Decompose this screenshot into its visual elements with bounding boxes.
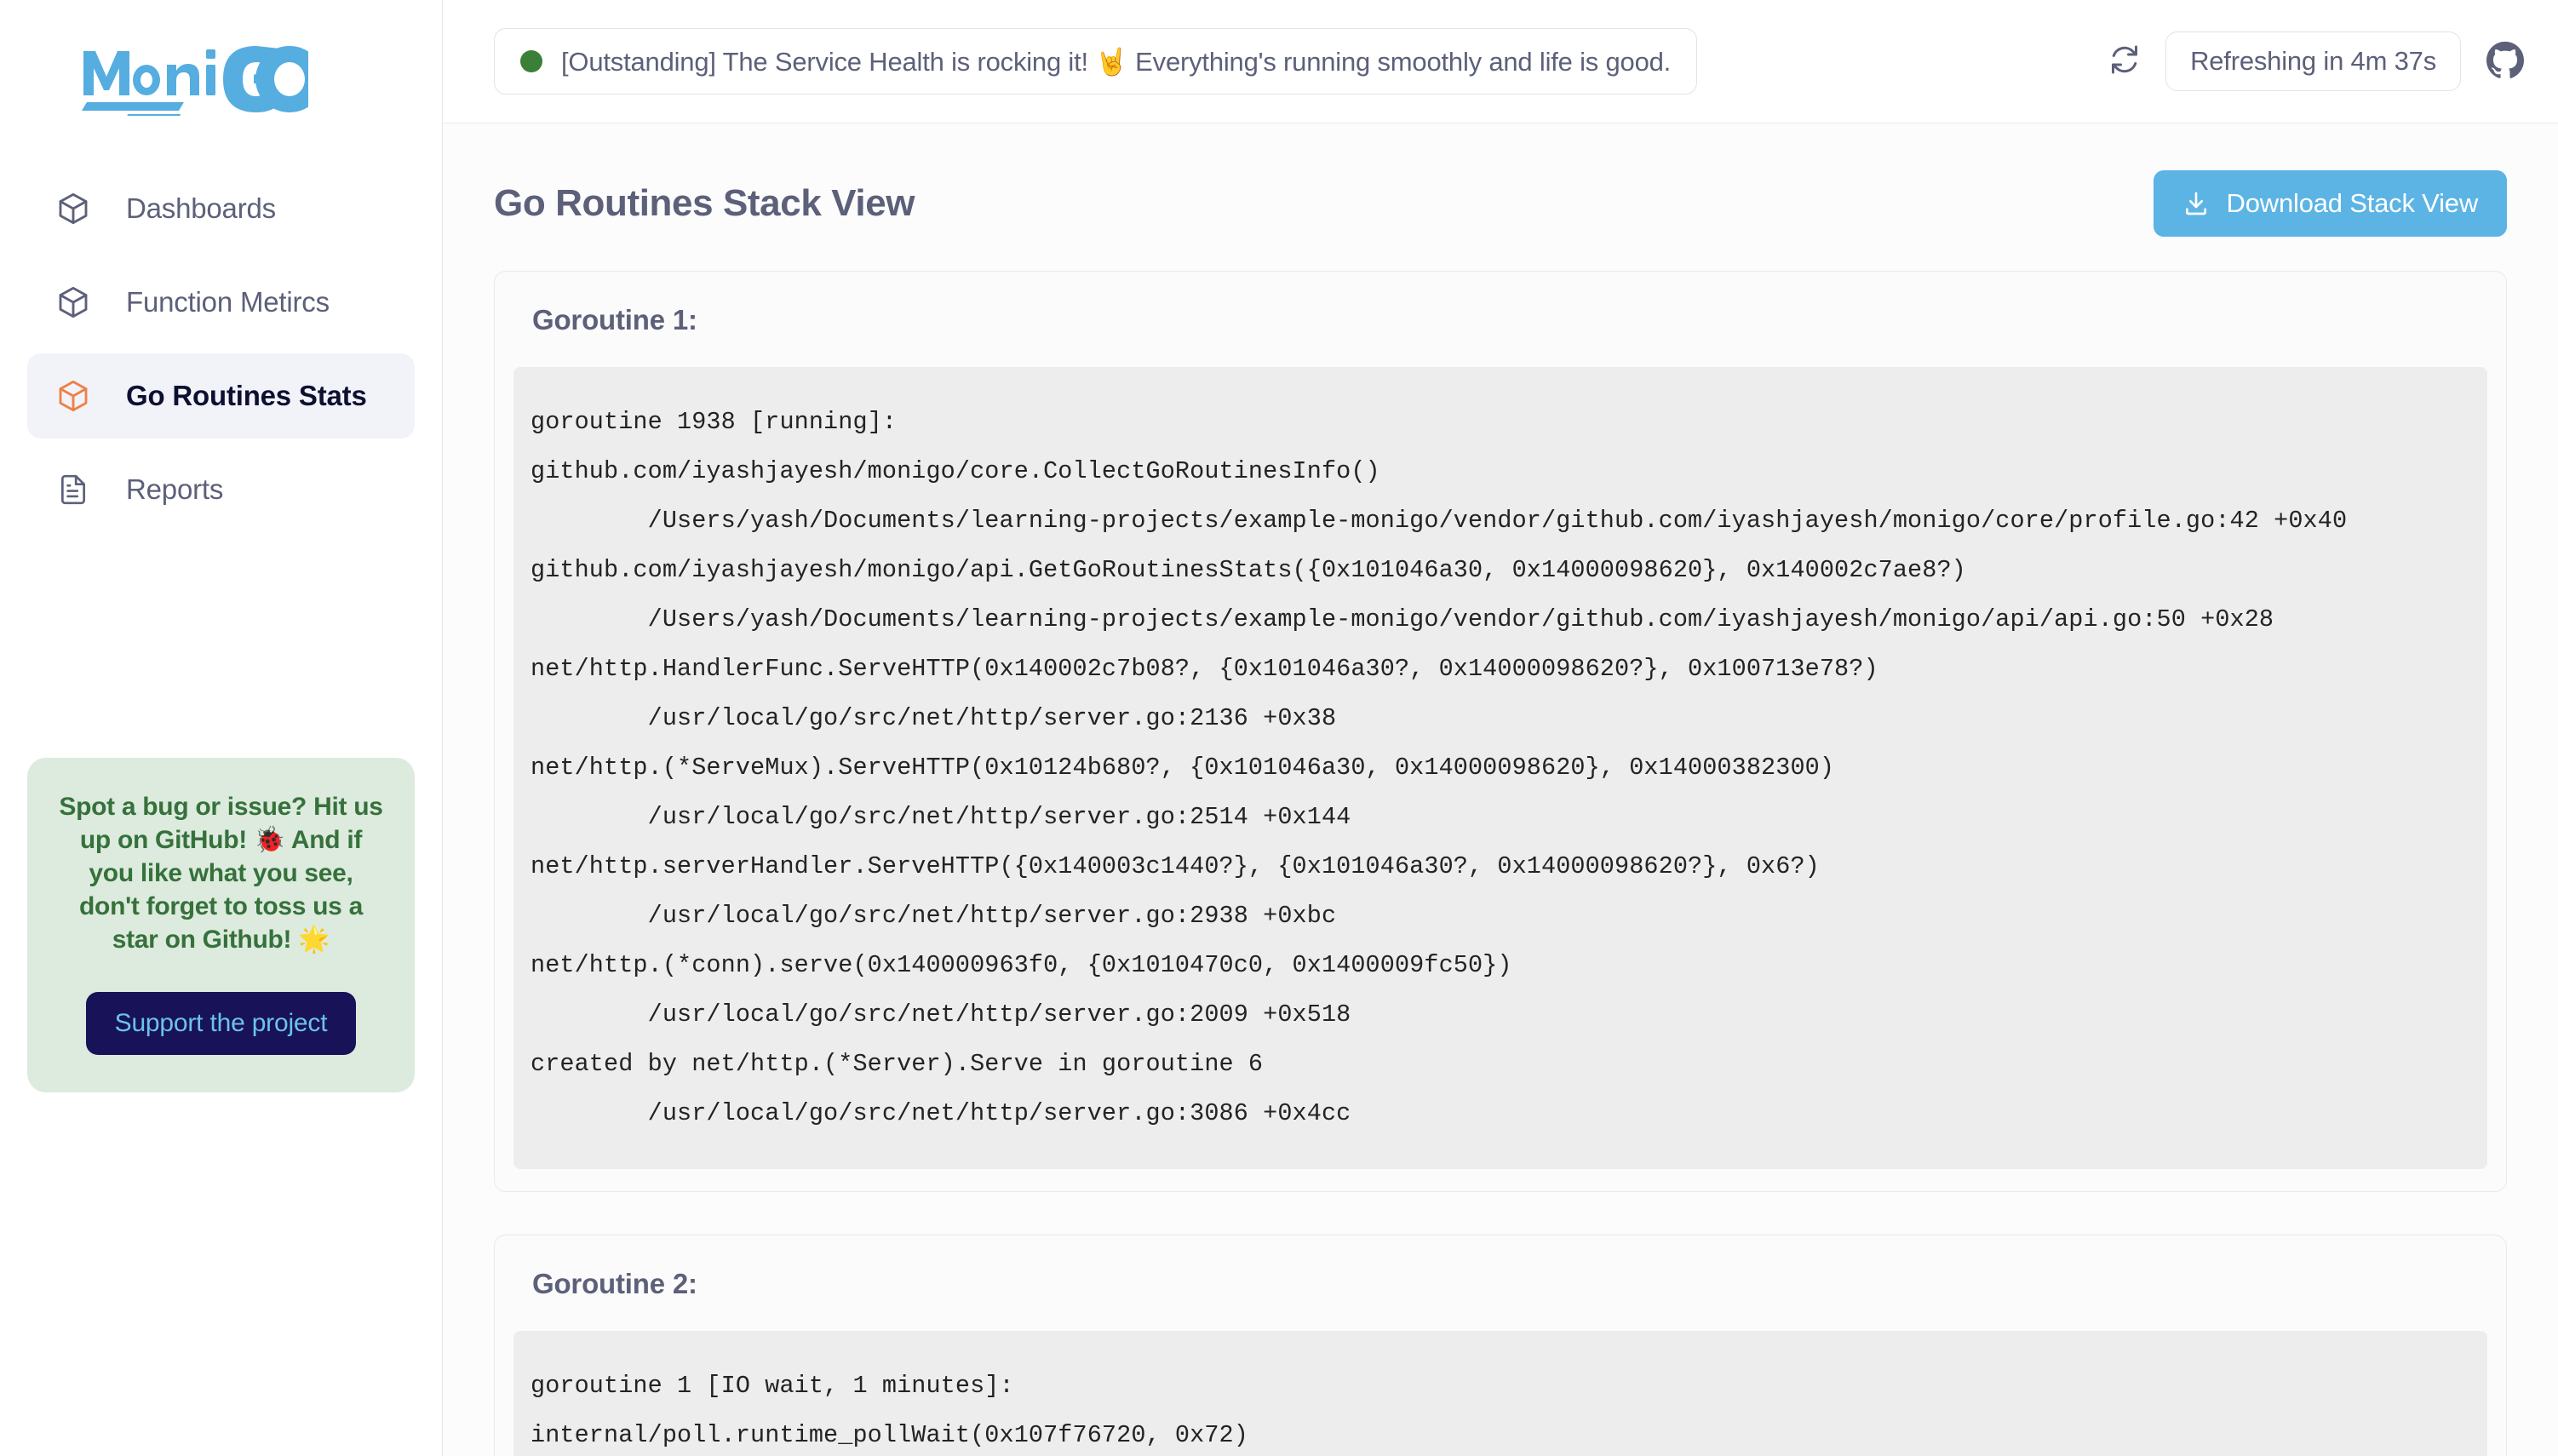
refresh-icon[interactable] [2109, 44, 2140, 79]
box-icon [54, 284, 92, 321]
support-the-project-button[interactable]: Support the project [86, 992, 357, 1055]
content-area: Go Routines Stack View Download Stack Vi… [443, 123, 2558, 1456]
sidebar-item-label: Dashboards [126, 192, 276, 225]
goroutine-card: Goroutine 1: goroutine 1938 [running]: g… [494, 271, 2507, 1192]
download-icon [2182, 190, 2210, 217]
download-stack-view-button[interactable]: Download Stack View [2154, 170, 2507, 237]
sidebar-item-dashboards[interactable]: Dashboards [27, 166, 415, 251]
sidebar-item-function-metrics[interactable]: Function Metircs [27, 260, 415, 345]
sidebar-item-label: Reports [126, 473, 223, 506]
top-bar: [Outstanding] The Service Health is rock… [443, 0, 2558, 123]
box-icon [54, 190, 92, 227]
sidebar-item-label: Go Routines Stats [126, 380, 367, 412]
service-health-banner: [Outstanding] The Service Health is rock… [494, 28, 1697, 95]
page-title: Go Routines Stack View [494, 182, 915, 225]
goroutine-stack-trace: goroutine 1938 [running]: github.com/iya… [513, 367, 2487, 1169]
service-health-text: [Outstanding] The Service Health is rock… [561, 46, 1671, 77]
sidebar-item-reports[interactable]: Reports [27, 447, 415, 532]
goroutine-card-title: Goroutine 1: [513, 304, 2487, 336]
monigo-logo-icon [78, 43, 308, 116]
sidebar-nav: Dashboards Function Metircs [0, 166, 442, 541]
box-icon [54, 377, 92, 415]
top-bar-right: Refreshing in 4m 37s [2109, 32, 2524, 91]
document-icon [54, 471, 92, 508]
sidebar-item-label: Function Metircs [126, 286, 330, 318]
goroutine-card: Goroutine 2: goroutine 1 [IO wait, 1 min… [494, 1235, 2507, 1456]
refresh-timer[interactable]: Refreshing in 4m 37s [2165, 32, 2461, 91]
page-header: Go Routines Stack View Download Stack Vi… [494, 123, 2507, 271]
goroutine-card-title: Goroutine 2: [513, 1268, 2487, 1300]
support-card-text: Spot a bug or issue? Hit us up on GitHub… [58, 790, 384, 956]
sidebar-item-go-routines-stats[interactable]: Go Routines Stats [27, 353, 415, 439]
support-card: Spot a bug or issue? Hit us up on GitHub… [27, 758, 415, 1092]
download-button-label: Download Stack View [2227, 188, 2478, 219]
app-root: Dashboards Function Metircs [0, 0, 2558, 1456]
goroutine-stack-trace: goroutine 1 [IO wait, 1 minutes]: intern… [513, 1331, 2487, 1456]
sidebar: Dashboards Function Metircs [0, 0, 443, 1456]
github-icon[interactable] [2486, 41, 2524, 83]
status-dot-icon [520, 50, 542, 72]
brand-logo[interactable] [0, 0, 442, 158]
main-area: [Outstanding] The Service Health is rock… [443, 0, 2558, 1456]
